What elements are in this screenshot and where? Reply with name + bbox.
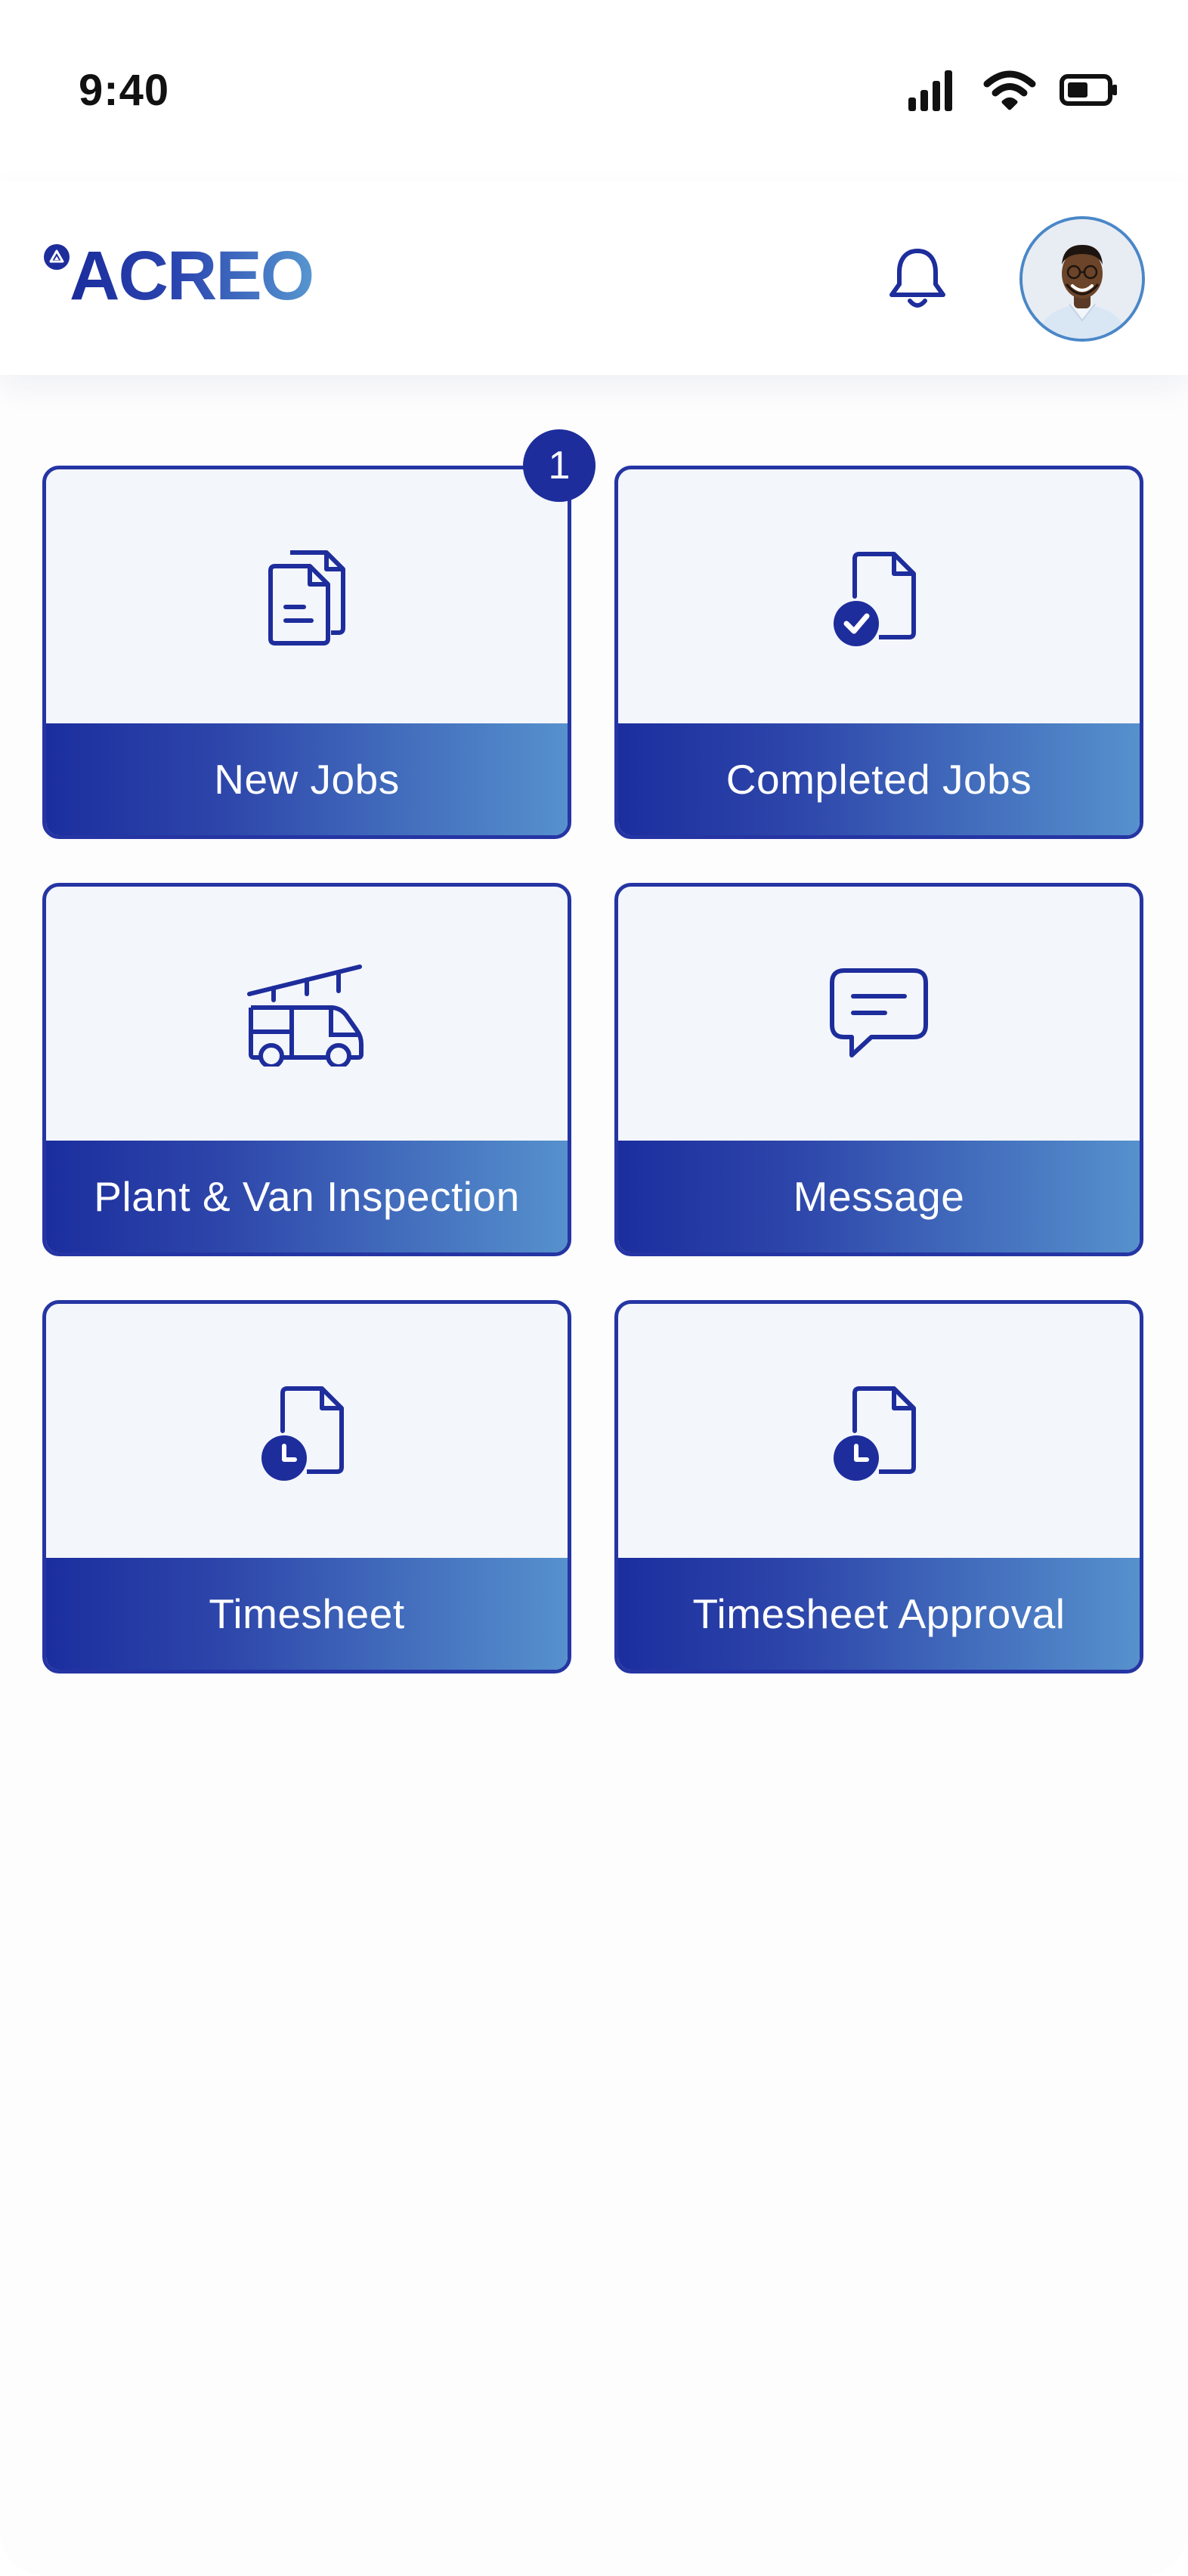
tile-plant-van-inspection[interactable]: Plant & Van Inspection [42,883,571,1256]
new-jobs-badge: 1 [523,429,596,502]
chat-bubble-icon [826,964,932,1067]
tile-label: Timesheet [209,1590,405,1637]
tile-label: Message [793,1173,965,1220]
tile-label: Timesheet Approval [692,1590,1066,1637]
logo-mark-icon [44,244,70,270]
tile-new-jobs[interactable]: New Jobs [42,466,571,839]
tile-completed-jobs[interactable]: Completed Jobs [614,466,1143,839]
tile-label: Plant & Van Inspection [94,1173,520,1220]
bell-icon[interactable] [883,243,952,313]
avatar[interactable] [1019,216,1145,342]
status-time: 9:40 [79,66,170,115]
cellular-signal-icon [907,67,960,116]
document-check-icon [834,543,924,653]
status-bar: 9:40 [0,0,1188,181]
tile-label: Completed Jobs [725,756,1032,803]
wifi-icon [982,69,1037,115]
tile-message[interactable]: Message [614,883,1143,1256]
tile-timesheet[interactable]: Timesheet [42,1300,571,1673]
tile-label: New Jobs [214,756,400,803]
status-icons [907,65,1118,118]
tile-timesheet-approval[interactable]: Timesheet Approval [614,1300,1143,1673]
acreo-logo[interactable]: ACREO [44,234,314,317]
van-ladder-icon [246,961,367,1070]
app-header: ACREO [0,181,1188,375]
battery-icon [1060,73,1118,110]
document-clock-icon [834,1378,924,1488]
document-clock-icon [261,1378,352,1488]
app-screen: 9:40 ACREO 1 New Jobs Completed Jobs Pla… [0,0,1188,2576]
logo-text: ACREO [70,237,314,314]
documents-icon [261,543,352,653]
